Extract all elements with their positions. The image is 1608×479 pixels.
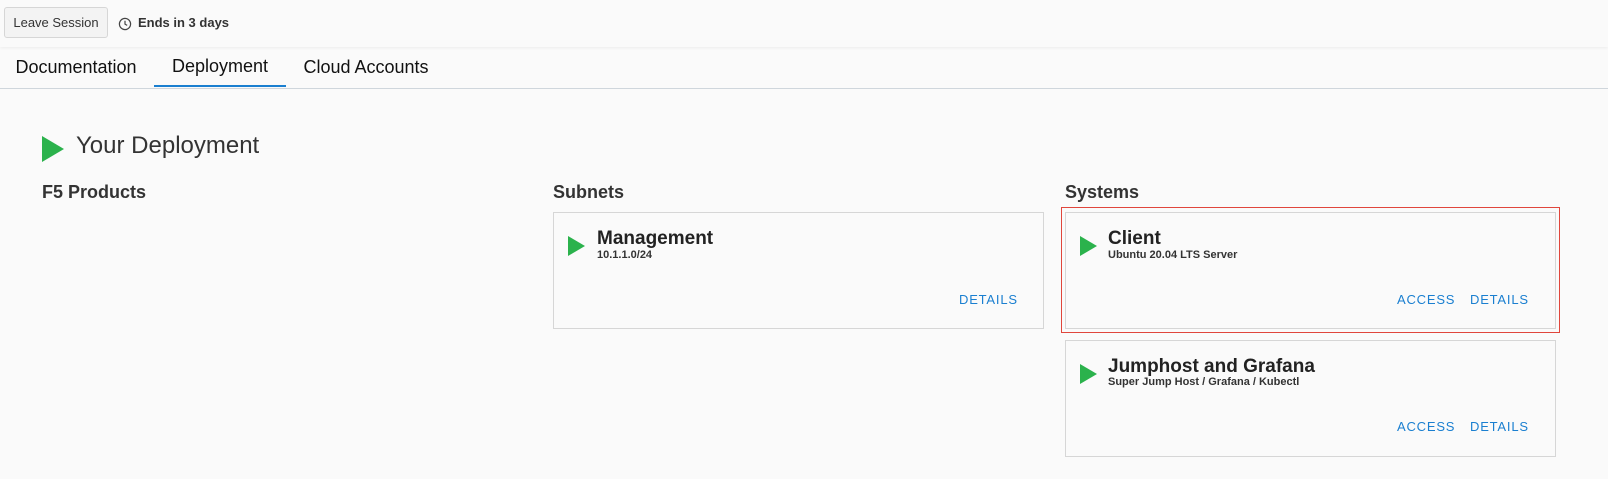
page-title: Your Deployment [76, 132, 260, 159]
tab-bar: Documentation Deployment Cloud Accounts [0, 47, 1608, 89]
section-title-subnets: Subnets [553, 182, 625, 202]
tab-cloud-accounts[interactable]: Cloud Accounts [288, 47, 444, 87]
subnet-cidr: 10.1.1.0/24 [597, 249, 653, 261]
session-expiry-text: Ends in 3 days [138, 15, 230, 30]
system-card-jumphost: Jumphost and Grafana Super Jump Host / G… [1065, 340, 1556, 457]
jumphost-details-button[interactable]: DETAILS [1470, 419, 1529, 434]
section-title-f5-products: F5 Products [42, 182, 147, 202]
subnet-card-management: Management 10.1.1.0/24 DETAILS [553, 212, 1044, 329]
subnet-details-button[interactable]: DETAILS [959, 292, 1018, 307]
running-status-icon [1080, 364, 1097, 384]
system-name: Jumphost and Grafana [1108, 356, 1315, 377]
running-status-icon [568, 236, 585, 256]
leave-session-button[interactable]: Leave Session [4, 7, 108, 38]
clock-icon [118, 17, 132, 31]
system-description: Super Jump Host / Grafana / Kubectl [1108, 376, 1300, 388]
jumphost-access-button[interactable]: ACCESS [1397, 419, 1455, 434]
subnet-name: Management [597, 228, 714, 249]
highlight-box [1061, 207, 1560, 333]
top-bar: Leave Session Ends in 3 days [0, 0, 1608, 47]
tab-documentation[interactable]: Documentation [0, 47, 152, 87]
section-title-systems: Systems [1065, 182, 1140, 202]
deployment-status-icon [42, 136, 64, 162]
tab-deployment[interactable]: Deployment [154, 47, 286, 87]
